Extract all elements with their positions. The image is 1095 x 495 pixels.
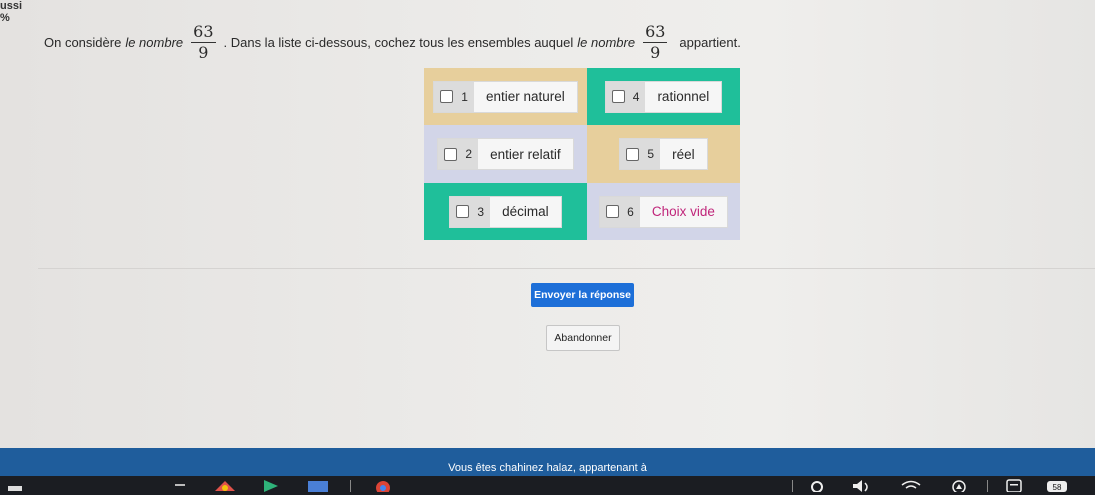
- footer-bar: Vous êtes chahinez halaz, appartenant à: [0, 448, 1095, 476]
- question-middle: . Dans la liste ci-dessous, cochez tous …: [223, 34, 574, 50]
- corner-fragment: ussi %: [0, 0, 22, 24]
- option-number: 6: [627, 204, 634, 219]
- wifi-icon[interactable]: [900, 479, 922, 492]
- tote-icon[interactable]: [1003, 479, 1025, 493]
- option-cell-4[interactable]: 4 rationnel: [587, 68, 740, 125]
- launcher-icon[interactable]: [6, 479, 26, 492]
- option-number: 3: [477, 204, 485, 219]
- taskbar-separator: [348, 479, 354, 492]
- question-prefix: On considère: [44, 34, 122, 50]
- checkbox[interactable]: [440, 90, 454, 103]
- fraction-denominator: 9: [198, 42, 209, 62]
- option-number-box: 5: [620, 139, 661, 169]
- corner-percent: %: [0, 12, 10, 24]
- fraction-numerator: 63: [191, 21, 216, 43]
- fraction-denominator: 9: [650, 42, 661, 62]
- option-card-6[interactable]: 6 Choix vide: [599, 195, 728, 228]
- overview-icon[interactable]: [174, 479, 186, 492]
- files-app-icon[interactable]: [305, 479, 331, 492]
- taskbar: 58: [0, 476, 1095, 495]
- option-card-5[interactable]: 5 réel: [619, 138, 708, 170]
- option-number-box: 4: [605, 81, 646, 112]
- send-answer-button[interactable]: Envoyer la réponse: [531, 283, 634, 307]
- abandon-button[interactable]: Abandonner: [546, 325, 620, 351]
- option-number: 4: [632, 89, 640, 104]
- question-italic-2: le nombre: [577, 34, 636, 50]
- option-label: réel: [672, 146, 695, 162]
- option-label: entier relatif: [490, 146, 561, 162]
- photos-app-icon[interactable]: [212, 479, 238, 492]
- option-number-box: 6: [600, 196, 640, 227]
- option-number-box: 2: [438, 139, 479, 169]
- question-suffix: appartient.: [679, 34, 741, 50]
- option-number: 2: [465, 147, 473, 161]
- option-label-choix-vide: Choix vide: [651, 204, 715, 219]
- option-number: 1: [461, 89, 468, 104]
- option-label: entier naturel: [485, 89, 565, 104]
- fraction-numerator: 63: [643, 21, 668, 43]
- option-card-1[interactable]: 1 entier naturel: [433, 80, 578, 113]
- option-label: rationnel: [657, 89, 710, 104]
- option-cell-1[interactable]: 1 entier naturel: [424, 68, 587, 125]
- notification-icon[interactable]: [948, 479, 970, 494]
- divider: [38, 268, 1095, 269]
- option-number-box: 3: [450, 196, 491, 227]
- option-label: décimal: [502, 204, 549, 219]
- option-cell-6[interactable]: 6 Choix vide: [587, 183, 740, 240]
- search-icon[interactable]: [808, 479, 828, 493]
- checkbox[interactable]: [606, 205, 620, 218]
- checkbox[interactable]: [626, 147, 640, 161]
- question-italic-1: le nombre: [125, 34, 184, 50]
- option-number: 5: [647, 147, 655, 161]
- footer-text: Vous êtes chahinez halaz, appartenant à: [448, 462, 647, 474]
- fraction-1: 63 9: [191, 21, 216, 63]
- battery-label: 58: [1053, 483, 1062, 492]
- taskbar-separator: [985, 479, 991, 492]
- checkbox[interactable]: [456, 205, 470, 218]
- checkbox[interactable]: [444, 147, 458, 161]
- taskbar-separator: [790, 479, 796, 492]
- corner-text: ussi: [0, 0, 23, 12]
- option-number-box: 1: [434, 81, 474, 112]
- question-text: On considère le nombre 63 9 . Dans la li…: [44, 18, 844, 66]
- option-card-2[interactable]: 2 entier relatif: [437, 138, 574, 170]
- volume-icon[interactable]: [850, 479, 874, 492]
- options-grid: 1 entier naturel 4 rationnel 2 entier re…: [424, 68, 740, 240]
- fraction-2: 63 9: [643, 21, 668, 63]
- option-card-4[interactable]: 4 rationnel: [604, 80, 723, 113]
- option-cell-3[interactable]: 3 décimal: [424, 183, 587, 240]
- chrome-icon[interactable]: [370, 479, 396, 495]
- checkbox[interactable]: [611, 90, 625, 103]
- play-store-icon[interactable]: [258, 479, 284, 492]
- option-cell-5[interactable]: 5 réel: [587, 125, 740, 183]
- option-cell-2[interactable]: 2 entier relatif: [424, 125, 587, 183]
- battery-icon[interactable]: 58: [1045, 479, 1071, 492]
- option-card-3[interactable]: 3 décimal: [449, 195, 562, 228]
